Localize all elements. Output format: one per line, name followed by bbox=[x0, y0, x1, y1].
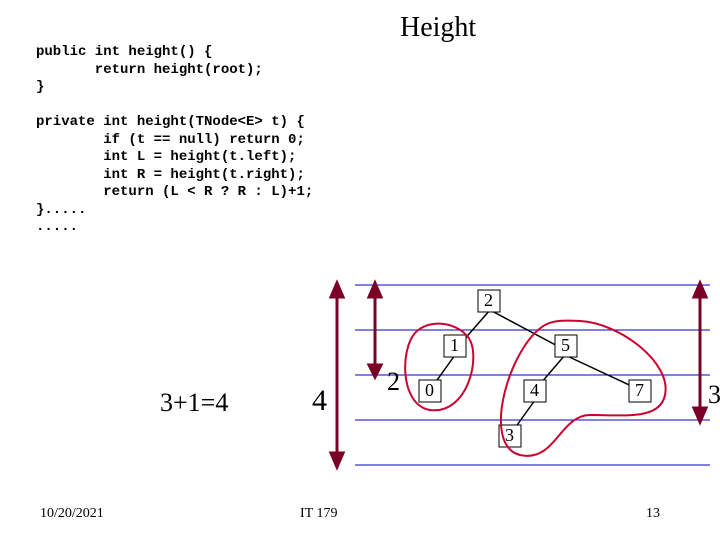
node-7: 7 bbox=[635, 380, 644, 400]
node-3: 3 bbox=[505, 425, 514, 445]
node-4: 4 bbox=[530, 380, 539, 400]
node-root: 2 bbox=[484, 290, 493, 310]
node-0: 0 bbox=[425, 380, 434, 400]
span-label-2: 2 bbox=[387, 367, 400, 396]
footer-course: IT 179 bbox=[300, 506, 337, 522]
node-5: 5 bbox=[561, 335, 570, 355]
node-1: 1 bbox=[450, 335, 459, 355]
footer-date: 10/20/2021 bbox=[40, 506, 104, 522]
footer-page-number: 13 bbox=[646, 506, 660, 522]
page-title: Height bbox=[400, 12, 476, 44]
code-block: public int height() { return height(root… bbox=[36, 44, 313, 237]
code-public-method: public int height() { return height(root… bbox=[36, 44, 263, 95]
code-private-method: private int height(TNode<E> t) { if (t =… bbox=[36, 114, 313, 235]
span-label-3: 3 bbox=[708, 380, 720, 409]
tree-diagram: 2 1 5 0 4 7 3 2 3 bbox=[0, 255, 720, 505]
